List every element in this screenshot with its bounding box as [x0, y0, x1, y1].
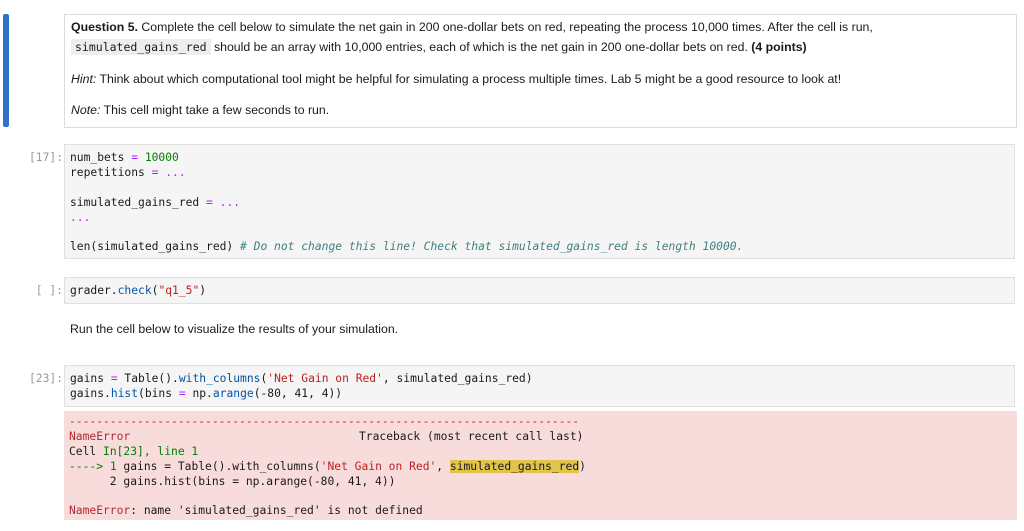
code-cell-grader[interactable]: grader.check("q1_5"): [64, 277, 1015, 304]
code-token: np.: [185, 387, 213, 400]
error-cell-ref: In[23], line 1: [103, 445, 199, 458]
question-text: Complete the cell below to simulate the …: [137, 20, 873, 34]
code-line: repetitions = ...: [70, 166, 186, 179]
cell-prompt-grader: [ ]:: [35, 284, 63, 297]
hint-label: Hint:: [71, 72, 97, 86]
question-markdown-cell[interactable]: Question 5. Complete the cell below to s…: [64, 14, 1017, 128]
code-operator: =: [206, 196, 213, 209]
code-operator: =: [110, 372, 118, 385]
error-line-2: 2 gains.hist(bins = np.arange(-80, 41, 4…: [69, 475, 396, 488]
code-token: num_bets: [70, 151, 132, 164]
code-token: ): [199, 284, 207, 297]
error-token: Cell: [69, 445, 104, 458]
error-message: NameError: name 'simulated_gains_red' is…: [69, 504, 423, 517]
code-string: 'Net Gain on Red': [267, 372, 383, 385]
code-line: len(simulated_gains_red) # Do not change…: [70, 240, 743, 253]
cell-prompt-17: [17]:: [28, 151, 63, 164]
error-string: 'Net Gain on Red': [320, 460, 437, 473]
code-line: num_bets = 10000: [70, 151, 179, 164]
error-header: NameError Traceback (most recent call las…: [69, 430, 583, 443]
code-cell-23[interactable]: gains = Table().with_columns('Net Gain o…: [64, 365, 1015, 407]
code-string: "q1_5": [158, 284, 200, 297]
code-token: len(simulated_gains_red): [70, 240, 241, 253]
code-operator: =: [178, 387, 186, 400]
code-token: simulated_gains_red: [70, 196, 207, 209]
run-instruction-text: Run the cell below to visualize the resu…: [70, 322, 399, 336]
error-highlight: simulated_gains_red: [449, 460, 580, 473]
points-label: (4 points): [751, 40, 807, 54]
traceback-label: Traceback (most recent call last): [359, 430, 584, 443]
code-line: gains = Table().with_columns('Net Gain o…: [70, 372, 533, 385]
note-text: This cell might take a few seconds to ru…: [100, 103, 330, 117]
code-line: grader.check("q1_5"): [70, 284, 206, 297]
code-function: with_columns: [178, 372, 261, 385]
code-token: (-80, 41, 4)): [253, 387, 343, 400]
code-number: 10000: [138, 151, 179, 164]
code-token: gains: [70, 372, 111, 385]
note-line: Note: This cell might take a few seconds…: [71, 101, 329, 119]
error-token: gains = Table().with_columns(: [116, 460, 321, 473]
question-label: Question 5.: [71, 20, 138, 34]
error-divider: ----------------------------------------…: [69, 415, 580, 428]
code-token: grader.: [70, 284, 118, 297]
code-line: ...: [70, 211, 91, 224]
note-label: Note:: [71, 103, 101, 117]
code-comment: # Do not change this line! Check that si…: [240, 240, 744, 253]
error-final-message: : name 'simulated_gains_red' is not defi…: [130, 504, 423, 517]
error-line-1: ----> 1 gains = Table().with_columns('Ne…: [69, 460, 586, 473]
cell-selection-bar: [3, 14, 9, 127]
code-token: , simulated_gains_red): [382, 372, 533, 385]
inline-code: simulated_gains_red: [71, 39, 211, 55]
code-cell-17[interactable]: num_bets = 10000 repetitions = ... simul…: [64, 144, 1015, 259]
code-line: gains.hist(bins = np.arange(-80, 41, 4)): [70, 387, 342, 400]
error-token: ): [579, 460, 586, 473]
code-token: (bins: [138, 387, 179, 400]
question-line-2: simulated_gains_red should be an array w…: [71, 38, 807, 56]
code-operator: =: [131, 151, 139, 164]
code-ellipsis: ...: [158, 166, 186, 179]
code-ellipsis: ...: [212, 196, 241, 209]
error-name: NameError: [69, 430, 131, 443]
hint-line: Hint: Think about which computational to…: [71, 70, 841, 88]
code-token: repetitions: [70, 166, 152, 179]
error-token: ,: [436, 460, 450, 473]
error-output: ----------------------------------------…: [64, 411, 1017, 520]
code-function: arange: [212, 387, 254, 400]
code-function: hist: [110, 387, 139, 400]
code-token: Table().: [117, 372, 179, 385]
code-line: simulated_gains_red = ...: [70, 196, 240, 209]
code-token: gains.: [70, 387, 111, 400]
error-arrow: ---->: [69, 460, 110, 473]
error-location: Cell In[23], line 1: [69, 445, 198, 458]
question-text-2: should be an array with 10,000 entries, …: [210, 40, 752, 54]
error-final-name: NameError: [69, 504, 131, 517]
question-line-1: Question 5. Complete the cell below to s…: [71, 18, 873, 36]
hint-text: Think about which computational tool mig…: [96, 72, 842, 86]
cell-prompt-23: [23]:: [28, 372, 63, 385]
code-function: check: [117, 284, 152, 297]
error-line-number: 1: [109, 460, 117, 473]
